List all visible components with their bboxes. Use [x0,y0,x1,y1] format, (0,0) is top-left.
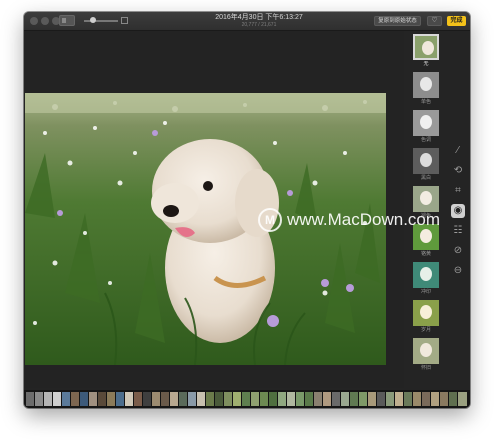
filmstrip-thumbnail[interactable] [332,392,340,406]
retouch-tool[interactable]: ⊘ [451,244,465,258]
filmstrip-thumbnail[interactable] [80,392,88,406]
filmstrip-thumbnail[interactable] [422,392,430,406]
filter-label: 岁月 [420,327,431,333]
filter-label: 黑白 [420,175,431,181]
filmstrip-thumbnail[interactable] [161,392,169,406]
filmstrip-thumbnail[interactable] [179,392,187,406]
filmstrip-thumbnail[interactable] [395,392,403,406]
filmstrip-thumbnail[interactable] [305,392,313,406]
filmstrip-thumbnail[interactable] [359,392,367,406]
filter-thumbnail [413,72,439,98]
filmstrip-thumbnail[interactable] [62,392,70,406]
filmstrip-thumbnail[interactable] [251,392,259,406]
filmstrip-thumbnail[interactable] [152,392,160,406]
filter-label: 铬黄 [420,251,431,257]
filmstrip-thumbnail[interactable] [242,392,250,406]
filmstrip-thumbnail[interactable] [323,392,331,406]
filter-label: 冲印 [420,289,431,295]
filmstrip-thumbnail[interactable] [98,392,106,406]
rotate-icon: ⟲ [453,165,463,176]
filter-process[interactable]: 冲印 [408,262,444,296]
filmstrip-thumbnail[interactable] [107,392,115,406]
filmstrip-thumbnail[interactable] [116,392,124,406]
filmstrip-thumbnail[interactable] [377,392,385,406]
sidebar-toggle-button[interactable] [59,15,75,26]
filmstrip-thumbnail[interactable] [89,392,97,406]
magic-wand-icon: ⁄ [457,145,459,156]
filter-thumbnail [413,110,439,136]
filmstrip-thumbnail[interactable] [449,392,457,406]
filmstrip-thumbnail[interactable] [341,392,349,406]
close-button[interactable] [30,17,38,25]
filter-label: 怀旧 [420,365,431,371]
filmstrip-thumbnail[interactable] [53,392,61,406]
bandage-icon: ⊘ [453,245,463,256]
filmstrip-thumbnail[interactable] [44,392,52,406]
heart-icon: ♡ [431,17,438,24]
filmstrip-thumbnail[interactable] [71,392,79,406]
revert-to-original-button[interactable]: 复原到原始状态 [374,16,421,26]
filter-thumbnail [413,300,439,326]
rotate-tool[interactable]: ⟲ [451,164,465,178]
filmstrip-thumbnail[interactable] [413,392,421,406]
filmstrip-thumbnail[interactable] [458,392,467,406]
watermark-logo: M [258,208,282,232]
watermark: M www.MacDown.com [258,206,488,236]
crop-tool[interactable]: ⌗ [451,184,465,198]
watermark-text: www.MacDown.com [287,210,441,229]
filmstrip-thumbnail[interactable] [215,392,223,406]
filmstrip-thumbnail[interactable] [125,392,133,406]
filter-noir[interactable]: 黑白 [408,148,444,182]
filmstrip-thumbnail[interactable] [233,392,241,406]
photo-count: 20,777 / 21,671 [241,22,277,28]
more-icon: ⊖ [453,265,463,276]
filter-thumbnail [413,34,439,60]
filmstrip-thumbnail[interactable] [431,392,439,406]
filmstrip-thumbnail[interactable] [134,392,142,406]
filter-instant[interactable]: 怀旧 [408,338,444,372]
photo-date-title: 2016年4月30日 下午6:13:27 [215,14,303,21]
filter-mono[interactable]: 单色 [408,72,444,106]
filmstrip-thumbnail[interactable] [404,392,412,406]
favorite-button[interactable]: ♡ [427,16,442,26]
filmstrip-thumbnail[interactable] [269,392,277,406]
filter-transfer[interactable]: 岁月 [408,300,444,334]
filter-thumbnail [413,262,439,288]
filmstrip-thumbnail[interactable] [287,392,295,406]
zoom-max-icon [121,17,128,24]
filter-thumbnail [413,338,439,364]
more-tool[interactable]: ⊖ [451,264,465,278]
filter-thumbnail [413,148,439,174]
filmstrip-thumbnail[interactable] [224,392,232,406]
filmstrip-thumbnail[interactable] [26,392,34,406]
filter-none[interactable]: 无 [408,34,444,68]
filmstrip-thumbnail[interactable] [278,392,286,406]
filmstrip-thumbnail[interactable] [197,392,205,406]
filmstrip-thumbnail[interactable] [314,392,322,406]
filmstrip[interactable] [24,390,470,408]
filmstrip-thumbnail[interactable] [296,392,304,406]
filmstrip-thumbnail[interactable] [386,392,394,406]
filmstrip-thumbnail[interactable] [206,392,214,406]
filmstrip-thumbnail[interactable] [35,392,43,406]
title-bar: 2016年4月30日 下午6:13:27 20,777 / 21,671 复原到… [24,12,470,31]
filmstrip-thumbnail[interactable] [143,392,151,406]
filter-label: 无 [423,61,429,67]
filter-tonal[interactable]: 色调 [408,110,444,144]
filmstrip-thumbnail[interactable] [368,392,376,406]
minimize-button[interactable] [41,17,49,25]
filmstrip-thumbnail[interactable] [188,392,196,406]
zoom-slider-knob[interactable] [90,17,96,23]
filmstrip-thumbnail[interactable] [350,392,358,406]
filter-label: 单色 [420,99,431,105]
crop-icon: ⌗ [455,185,461,196]
filter-label: 色调 [420,137,431,143]
filmstrip-thumbnail[interactable] [440,392,448,406]
enhance-tool[interactable]: ⁄ [451,144,465,158]
filmstrip-thumbnail[interactable] [170,392,178,406]
filmstrip-thumbnail[interactable] [260,392,268,406]
done-button[interactable]: 完成 [447,16,466,26]
